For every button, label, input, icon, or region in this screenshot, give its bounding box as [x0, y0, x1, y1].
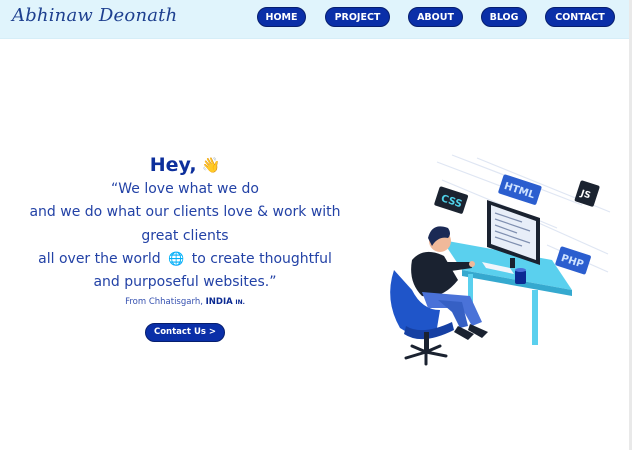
quote-line-1: “We love what we do: [111, 181, 259, 197]
quote-line-4: all over the world 🌐 to create thoughtfu…: [14, 248, 356, 271]
nav-about-button[interactable]: ABOUT: [408, 7, 463, 27]
quote-line-5: and purposeful websites.”: [93, 274, 277, 291]
location-note: From Chhatisgarh, INDIA IN.: [14, 296, 356, 309]
contact-us-button[interactable]: Contact Us >: [144, 323, 226, 343]
hero-greeting: Hey, 👋: [14, 152, 356, 178]
php-tag: PHP: [555, 246, 591, 275]
site-header: Abhinaw Deonath HOME PROJECT ABOUT BLOG …: [0, 0, 632, 39]
css-tag: CSS: [434, 186, 469, 214]
location-code: IN.: [235, 299, 245, 307]
developer-illustration: CSS HTML JS PHP: [390, 154, 611, 366]
location-country: INDIA: [205, 297, 233, 308]
nav-home-button[interactable]: HOME: [257, 7, 306, 27]
coffee-mug: [515, 268, 526, 284]
quote-line-2: and we do what our clients love & work w…: [29, 204, 341, 221]
html-tag: HTML: [498, 174, 542, 205]
hero-quote: “We love what we do and we do what our c…: [14, 178, 356, 294]
quote-line-4a: all over the world: [38, 250, 161, 267]
globe-icon: 🌐: [168, 251, 185, 267]
location-prefix: From Chhatisgarh,: [125, 297, 203, 308]
nav-project-button[interactable]: PROJECT: [325, 7, 390, 27]
site-logo[interactable]: Abhinaw Deonath: [12, 5, 177, 26]
waving-hand-icon: 👋: [201, 156, 221, 174]
nav-blog-button[interactable]: BLOG: [481, 7, 527, 27]
nav-contact-button[interactable]: CONTACT: [545, 7, 615, 27]
quote-line-4b: to create thoughtful: [191, 250, 332, 267]
quote-line-3: great clients: [141, 227, 229, 244]
greeting-text: Hey,: [149, 154, 197, 176]
hero-text: Hey, 👋 “We love what we do and we do wha…: [14, 152, 356, 343]
